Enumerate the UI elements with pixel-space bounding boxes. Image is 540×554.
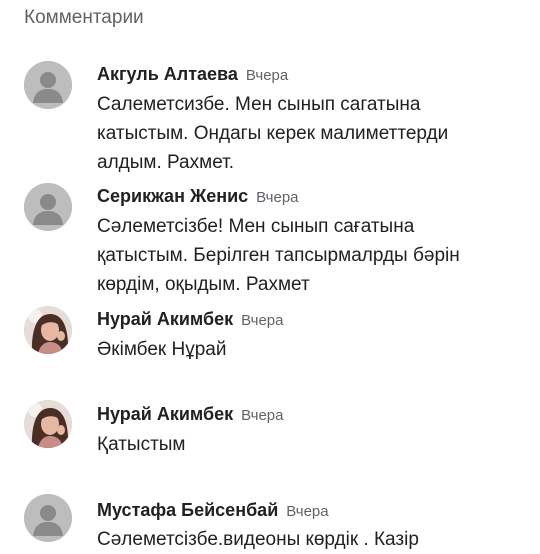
comment-text: Әкімбек Нұрай bbox=[97, 339, 227, 360]
comment-time: Вчера bbox=[241, 312, 284, 329]
default-user-icon[interactable] bbox=[24, 494, 72, 542]
user-photo[interactable] bbox=[24, 306, 72, 354]
default-user-icon[interactable] bbox=[24, 183, 72, 231]
comment-author[interactable]: Мустафа Бейсенбай bbox=[97, 500, 278, 521]
comment-author[interactable]: Акгуль Алтаева bbox=[97, 64, 238, 85]
comment-text: Салеметсизбе. Мен сынып сагатына катысты… bbox=[97, 94, 449, 173]
comment-author[interactable]: Нурай Акимбек bbox=[97, 309, 233, 330]
comment-time: Вчера bbox=[256, 189, 299, 206]
comment-time: Вчера bbox=[245, 67, 289, 84]
comment-text: Сәлеметсізбе! Мен сынып сағатына қатысты… bbox=[97, 216, 460, 295]
comment-text: Қатыстым bbox=[97, 434, 186, 455]
default-user-icon[interactable] bbox=[24, 61, 72, 109]
comment-author[interactable]: Серикжан Женис bbox=[97, 186, 248, 207]
comment-time: Вчера bbox=[241, 407, 284, 424]
comment-text: Сәлеметсізбе.видеоны көрдік . Казір bbox=[97, 529, 419, 550]
comment-author[interactable]: Нурай Акимбек bbox=[97, 404, 233, 425]
comment-time: Вчера bbox=[286, 503, 329, 520]
comments-header: Комментарии bbox=[24, 7, 144, 28]
user-photo[interactable] bbox=[24, 400, 72, 448]
